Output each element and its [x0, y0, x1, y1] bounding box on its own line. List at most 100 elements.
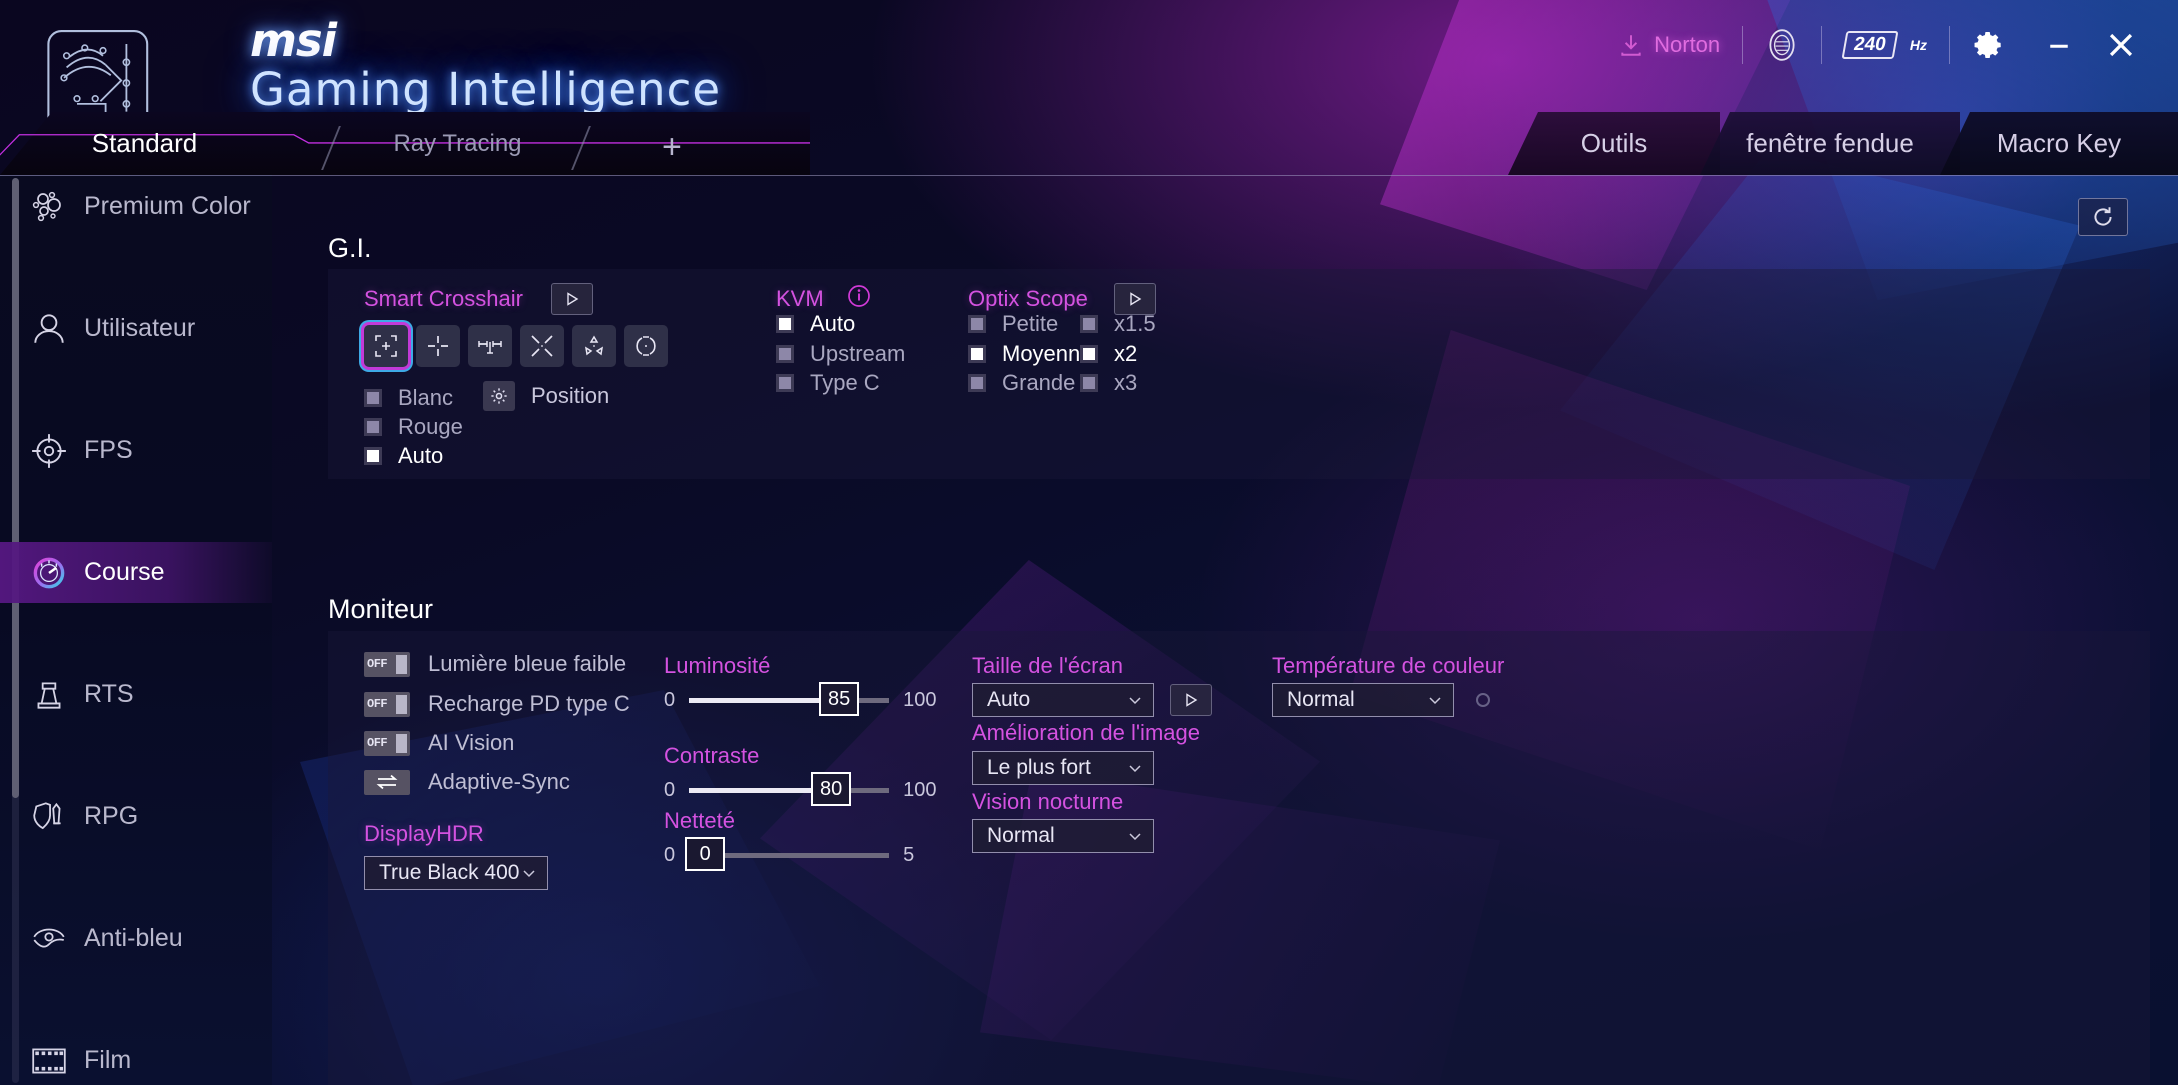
sidebar-item-label: Premium Color — [84, 192, 251, 220]
tab-outils[interactable]: Outils — [1508, 112, 1720, 175]
toggle-row-adaptive-sync[interactable]: Adaptive-Sync — [364, 769, 570, 795]
position-label: Position — [531, 383, 610, 408]
screen-size-select[interactable]: Auto — [972, 683, 1154, 717]
toggle-row-lumiere-bleue[interactable]: OFF Lumière bleue faible — [364, 651, 626, 677]
chess-rook-icon — [18, 676, 80, 714]
sidebar-item-premium-color[interactable]: Premium Color — [0, 176, 272, 237]
tab-outils-label: Outils — [1580, 128, 1648, 158]
tab-fenetre-fendue[interactable]: fenêtre fendue — [1700, 112, 1960, 175]
radio-indicator — [364, 418, 382, 436]
crosshair-color-rouge[interactable]: Rouge — [364, 414, 463, 440]
toggle-row-recharge-pd[interactable]: OFF Recharge PD type C — [364, 691, 630, 717]
sidebar-item-label: RPG — [84, 802, 139, 830]
kvm-option-label: Type C — [810, 370, 880, 395]
toggle-label: AI Vision — [428, 730, 515, 755]
crosshair-position-row[interactable]: Position — [483, 381, 609, 411]
settings-button[interactable] — [1950, 22, 2028, 68]
play-icon — [1130, 292, 1142, 306]
sharpness-slider-thumb[interactable]: 0 — [685, 837, 726, 871]
kvm-option-auto[interactable]: Auto — [776, 311, 855, 337]
minimize-icon — [2050, 44, 2068, 48]
sidebar-item-utilisateur[interactable]: Utilisateur — [0, 298, 272, 359]
sidebar-item-anti-bleu[interactable]: Anti-bleu — [0, 908, 272, 969]
brightness-slider-fill — [689, 698, 838, 703]
brand-msi: msi — [250, 14, 337, 67]
screen-size-preview-button[interactable] — [1170, 684, 1212, 716]
optix-size-label: Petite — [1002, 311, 1059, 336]
sharpness-slider-track[interactable]: 0 — [685, 837, 890, 871]
image-enhance-select[interactable]: Le plus fort — [972, 751, 1154, 785]
adaptive-sync-toggle[interactable] — [364, 769, 410, 795]
chevron-down-icon — [1129, 697, 1141, 705]
image-enhance-label: Amélioration de l'image — [972, 720, 1200, 745]
night-vision-select[interactable]: Normal — [972, 819, 1154, 853]
color-temp-select[interactable]: Normal — [1272, 683, 1454, 717]
play-icon — [1186, 693, 1198, 707]
crosshair-style-diagonal-x[interactable] — [520, 325, 564, 367]
crosshair-color-label: Blanc — [398, 385, 454, 410]
download-icon — [1621, 35, 1641, 56]
smart-crosshair-preview-button[interactable] — [550, 283, 593, 315]
position-settings-button[interactable] — [483, 381, 515, 411]
low-blue-light-toggle[interactable]: OFF — [364, 651, 410, 677]
kvm-info-button[interactable] — [846, 283, 872, 314]
sidebar-item-rts[interactable]: RTS — [0, 664, 272, 725]
sidebar-item-label: Film — [84, 1046, 132, 1074]
optix-zoom-x15[interactable]: x1.5 — [1080, 311, 1156, 337]
sidebar-item-film[interactable]: Film — [0, 1030, 272, 1085]
add-profile-button[interactable]: + — [662, 128, 682, 167]
displayhdr-select[interactable]: True Black 400 — [364, 856, 548, 890]
brightness-slider-thumb[interactable]: 85 — [819, 682, 860, 716]
night-vision-label: Vision nocturne — [972, 789, 1124, 814]
crosshair-color-auto[interactable]: Auto — [364, 443, 443, 469]
ai-vision-toggle[interactable]: OFF — [364, 730, 410, 756]
contrast-slider-thumb[interactable]: 80 — [811, 772, 852, 806]
reset-button[interactable] — [2078, 198, 2128, 236]
kvm-option-upstream[interactable]: Upstream — [776, 341, 905, 367]
crosshair-style-triangles[interactable] — [572, 325, 616, 367]
mystic-light-button[interactable] — [1743, 22, 1821, 68]
toggle-label: Lumière bleue faible — [428, 651, 627, 676]
sidebar-item-course[interactable]: Course — [0, 542, 272, 603]
minimize-button[interactable] — [2028, 22, 2090, 68]
crosshair-style-list — [364, 325, 668, 367]
close-button[interactable] — [2090, 22, 2152, 68]
film-strip-icon — [18, 1042, 80, 1080]
sidebar-item-label: Utilisateur — [84, 314, 196, 342]
norton-button[interactable]: Norton — [1596, 22, 1742, 68]
contrast-slider-track[interactable]: 80 — [689, 772, 890, 806]
radio-indicator — [776, 315, 794, 333]
dashed-cross-crosshair-icon — [428, 336, 448, 356]
brightness-max: 100 — [903, 689, 937, 711]
info-icon — [847, 285, 870, 307]
crosshair-style-dashed-cross[interactable] — [416, 325, 460, 367]
refresh-rate-value: 240 — [1841, 31, 1899, 59]
sidebar-item-fps[interactable]: FPS — [0, 420, 272, 481]
optix-size-grande[interactable]: Grande — [968, 370, 1075, 396]
optix-size-petite[interactable]: Petite — [968, 311, 1058, 337]
refresh-rate-indicator[interactable]: 240 Hz — [1822, 22, 1949, 68]
crosshair-color-blanc[interactable]: Blanc — [364, 385, 453, 411]
sidebar-item-rpg[interactable]: RPG — [0, 786, 272, 847]
refresh-rate-unit: Hz — [1909, 37, 1927, 53]
kvm-option-type-c[interactable]: Type C — [776, 370, 880, 396]
optix-zoom-x3[interactable]: x3 — [1080, 370, 1137, 396]
settings-content: G.I. Smart Crosshair Blanc Rouge Auto Po… — [272, 175, 2178, 1085]
tab-ray-tracing[interactable]: Ray Tracing — [375, 112, 540, 175]
pd-charging-toggle[interactable]: OFF — [364, 691, 410, 717]
toggle-row-ai-vision[interactable]: OFF AI Vision — [364, 730, 514, 756]
brightness-slider-track[interactable]: 85 — [689, 682, 890, 716]
radio-indicator — [1080, 374, 1098, 392]
kvm-header: KVM — [776, 283, 872, 314]
close-icon — [2109, 33, 2133, 57]
crosshair-style-bracket-plus[interactable] — [364, 325, 408, 367]
tab-macro-key[interactable]: Macro Key — [1940, 112, 2178, 175]
crosshair-style-circle-dot[interactable] — [624, 325, 668, 367]
crosshair-style-horizontal-bars[interactable] — [468, 325, 512, 367]
speedometer-icon — [18, 552, 80, 594]
tab-macro-key-label: Macro Key — [1996, 128, 2122, 158]
tab-standard[interactable]: Standard — [52, 112, 237, 175]
optix-zoom-x2[interactable]: x2 — [1080, 341, 1137, 367]
optix-size-moyenne[interactable]: Moyenne — [968, 341, 1093, 367]
sharpness-label: Netteté — [664, 808, 735, 833]
